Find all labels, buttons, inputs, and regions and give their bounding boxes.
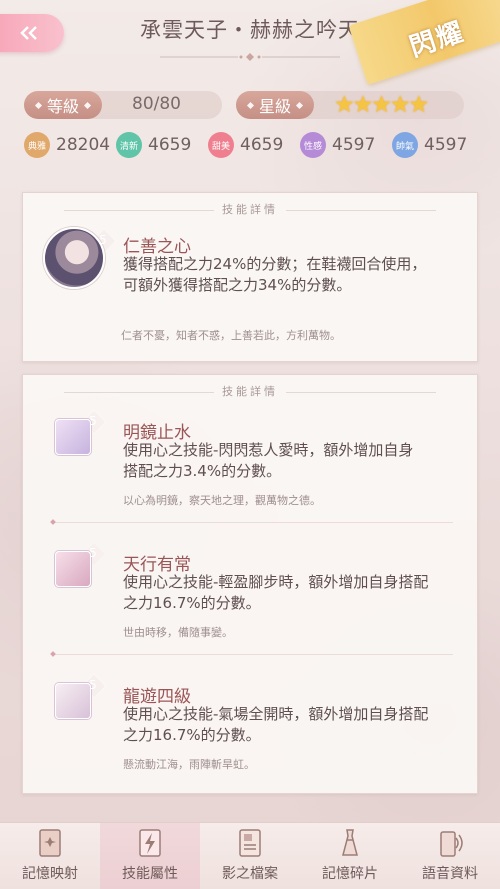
nav-shadow-file[interactable]: 影之檔案 bbox=[200, 823, 300, 889]
star-icon: ★ bbox=[371, 92, 392, 118]
attribute-value: 4659 bbox=[240, 135, 284, 155]
star-label: 星級 bbox=[236, 91, 314, 119]
nav-voice-data[interactable]: 語音資料 bbox=[400, 823, 500, 889]
attribute-badge: 帥氣 bbox=[392, 132, 418, 158]
star-icon: ★ bbox=[408, 92, 430, 118]
attribute-sweet: 甜美 4659 bbox=[208, 132, 283, 158]
attribute-sexy: 性感 4597 bbox=[300, 132, 375, 158]
skill-level-badge: 5 bbox=[93, 230, 113, 250]
attribute-fresh: 清新 4659 bbox=[116, 132, 191, 158]
attribute-value: 4597 bbox=[424, 135, 468, 155]
rarity-ribbon: 閃耀 bbox=[348, 0, 500, 85]
skill-quote: 仁者不憂，知者不惑，上善若此，方利萬物。 bbox=[121, 329, 341, 342]
star-icon: ★ bbox=[389, 92, 411, 118]
memory-card-icon bbox=[39, 829, 61, 857]
skill-level-badge: 5 bbox=[83, 543, 103, 563]
voice-phone-icon bbox=[440, 831, 463, 857]
bottom-nav: 記憶映射 技能屬性 影之檔案 記憶碎片 語音資料 bbox=[0, 822, 500, 889]
skill-level-badge: 5 bbox=[83, 411, 103, 431]
skill-description: 使用心之技能-閃閃惹人愛時，額外增加自身 搭配之力3.4%的分數。 bbox=[123, 441, 414, 480]
nav-memory-mapping[interactable]: 記憶映射 bbox=[0, 823, 100, 889]
star-rating: ★ ★ ★ ★ ★ bbox=[334, 92, 430, 118]
nav-label: 記憶碎片 bbox=[322, 866, 378, 882]
sub-skills-card: 技能詳情 5 明鏡止水 使用心之技能-閃閃惹人愛時，額外增加自身 搭配之力3.4… bbox=[22, 374, 478, 794]
card-header: 技能詳情 bbox=[23, 383, 477, 399]
skill-quote: 世由時移，備隨事變。 bbox=[123, 626, 233, 639]
attribute-badge: 性感 bbox=[300, 132, 326, 158]
divider bbox=[53, 654, 453, 655]
file-document-icon bbox=[239, 829, 261, 857]
title-ornament bbox=[160, 53, 340, 61]
attribute-value: 28204 bbox=[56, 135, 111, 155]
skill-description: 使用心之技能-輕盈腳步時，額外增加自身搭配 之力16.7%的分數。 bbox=[123, 573, 429, 612]
main-skill-card: 技能詳情 5 仁善之心 獲得搭配之力24%的分數；在鞋襪回合使用， 可額外獲得搭… bbox=[22, 192, 478, 362]
nav-label: 影之檔案 bbox=[222, 866, 278, 882]
nav-skill-attributes[interactable]: 技能屬性 bbox=[100, 823, 200, 889]
skill-quote: 懸流動江海，雨陣斬旱虹。 bbox=[123, 758, 255, 771]
attribute-badge: 甜美 bbox=[208, 132, 234, 158]
attribute-badge: 典雅 bbox=[24, 132, 50, 158]
nav-label: 技能屬性 bbox=[122, 866, 178, 882]
card-header: 技能詳情 bbox=[23, 201, 477, 217]
level-label: 等級 bbox=[24, 91, 102, 119]
divider bbox=[53, 522, 453, 523]
skill-level-badge: 5 bbox=[83, 675, 103, 695]
skill-lightning-icon bbox=[139, 829, 161, 857]
nav-label: 語音資料 bbox=[422, 866, 478, 882]
nav-label: 記憶映射 bbox=[22, 866, 78, 882]
attribute-row: 典雅 28204 清新 4659 甜美 4659 性感 4597 帥氣 4597 bbox=[24, 132, 484, 158]
dress-icon bbox=[342, 829, 358, 856]
level-value: 80/80 bbox=[132, 94, 181, 114]
attribute-elegant: 典雅 28204 bbox=[24, 132, 110, 158]
nav-memory-fragments[interactable]: 記憶碎片 bbox=[300, 823, 400, 889]
rarity-label: 閃耀 bbox=[405, 16, 469, 63]
attribute-value: 4597 bbox=[332, 135, 376, 155]
skill-description: 使用心之技能-氣場全開時，額外增加自身搭配 之力16.7%的分數。 bbox=[123, 705, 429, 744]
attribute-value: 4659 bbox=[148, 135, 192, 155]
skill-quote: 以心為明鏡，察天地之理，觀萬物之德。 bbox=[123, 494, 321, 507]
skill-description: 獲得搭配之力24%的分數；在鞋襪回合使用， 可額外獲得搭配之力34%的分數。 bbox=[123, 255, 427, 294]
attribute-badge: 清新 bbox=[116, 132, 142, 158]
attribute-cool: 帥氣 4597 bbox=[392, 132, 467, 158]
star-icon: ★ bbox=[334, 92, 355, 118]
header: 承雲天子・赫赫之吟天 閃耀 bbox=[0, 0, 500, 85]
